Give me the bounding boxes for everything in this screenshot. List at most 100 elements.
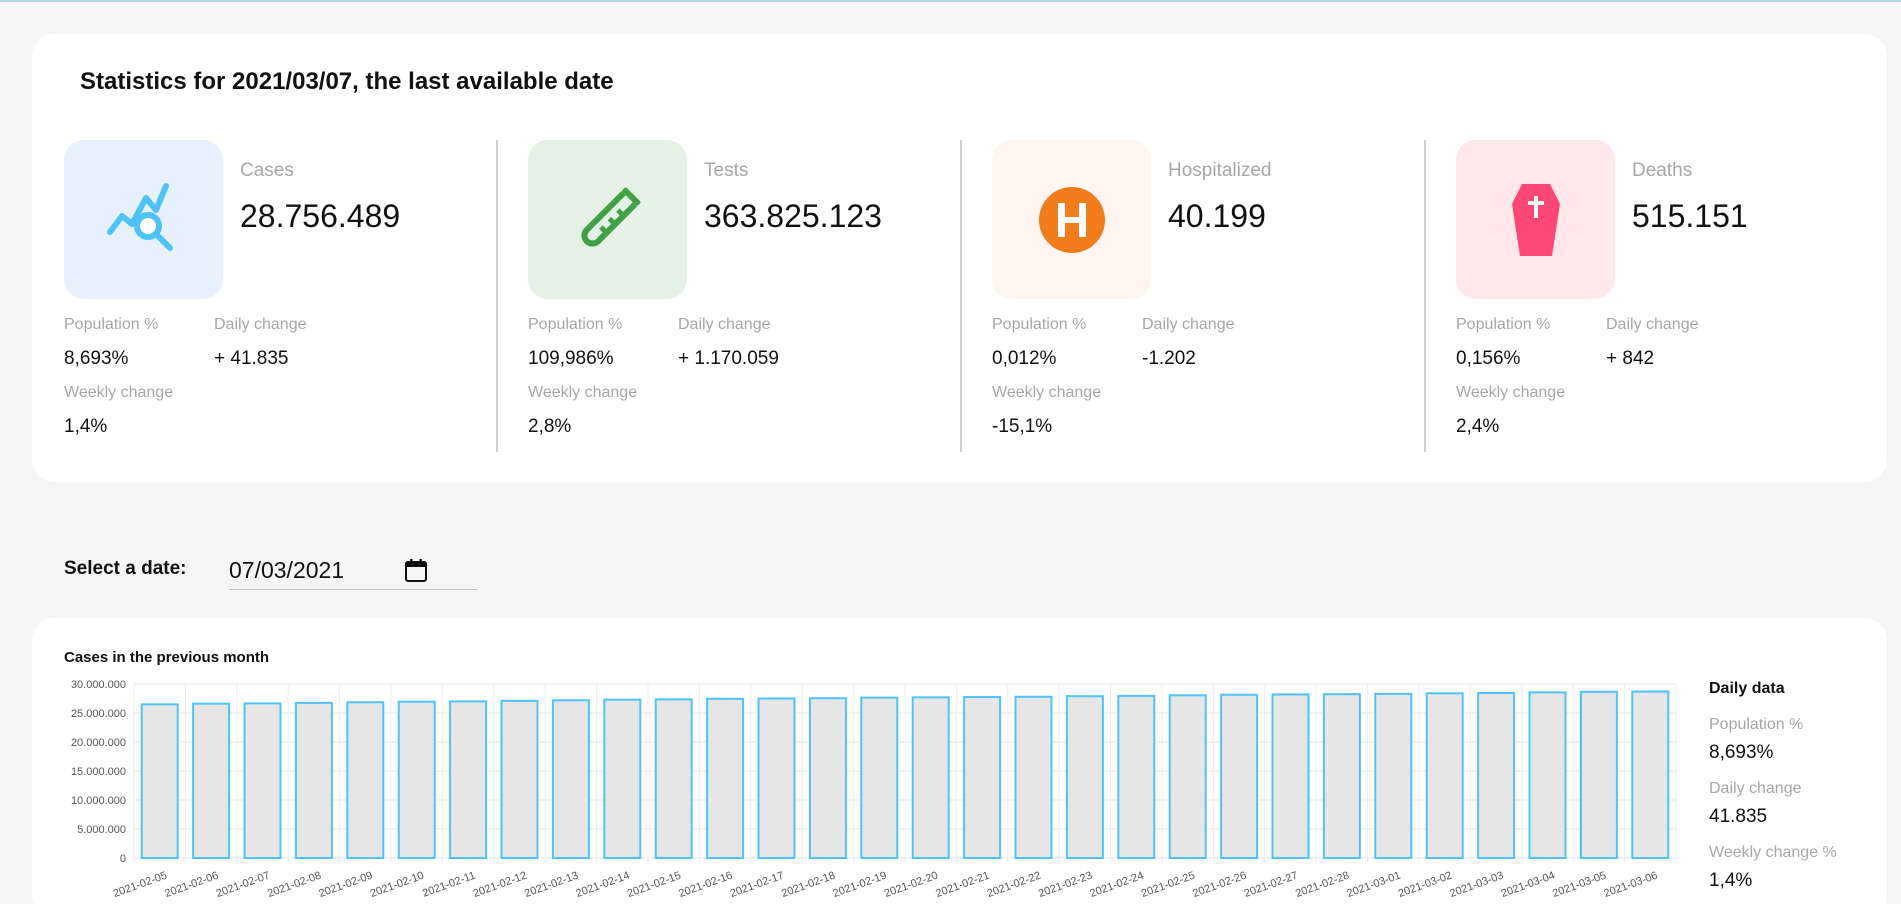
daily-change-label: Daily change: [1606, 316, 1699, 333]
x-tick-label: 2021-02-19: [831, 870, 888, 901]
x-tick-label: 2021-02-05: [112, 870, 169, 901]
x-tick-label: 2021-03-06: [1602, 870, 1659, 901]
calendar-icon[interactable]: [405, 558, 427, 582]
divider: [496, 140, 498, 452]
stat-tests: Tests 363.825.123 Population % 109,986% …: [496, 140, 988, 452]
x-tick-label: 2021-02-09: [317, 870, 374, 901]
bar: [1528, 691, 1567, 859]
population-label: Population %: [528, 316, 623, 333]
bar: [1065, 695, 1104, 860]
x-tick-label: 2021-02-08: [266, 870, 323, 901]
stat-cases: Cases 28.756.489 Population % 8,693% Dai…: [64, 140, 524, 452]
tests-icon-box: [528, 140, 687, 299]
weekly-change-value: -15,1%: [992, 416, 1053, 437]
hospital-icon: [1038, 186, 1105, 253]
x-tick-label: 2021-03-05: [1551, 870, 1608, 901]
date-input-value[interactable]: 07/03/2021: [229, 557, 344, 584]
y-tick-label: 20.000.000: [71, 737, 126, 749]
cases-icon-box: [64, 140, 223, 299]
bar: [449, 700, 488, 860]
population-value: 8,693%: [64, 348, 129, 369]
y-tick-label: 5.000.000: [77, 824, 126, 836]
bar: [757, 697, 796, 859]
date-picker-label: Select a date:: [64, 558, 187, 579]
bar: [1374, 692, 1413, 859]
x-tick-label: 2021-02-20: [883, 870, 940, 901]
x-tick-label: 2021-03-03: [1448, 870, 1505, 901]
x-tick-label: 2021-02-17: [729, 870, 786, 901]
x-tick-label: 2021-02-14: [574, 870, 631, 901]
bar: [603, 698, 642, 859]
y-tick-label: 30.000.000: [71, 679, 126, 691]
bar: [1168, 694, 1207, 860]
daily-change-value: + 842: [1606, 348, 1655, 369]
population-label: Population %: [64, 316, 159, 333]
x-tick-label: 2021-02-26: [1191, 870, 1248, 901]
x-tick-label: 2021-03-01: [1345, 870, 1402, 901]
bar: [1425, 692, 1464, 860]
bar: [1117, 694, 1156, 859]
stat-value: 40.199: [1168, 198, 1266, 234]
bar: [1477, 691, 1516, 859]
trend-search-icon: [106, 182, 173, 251]
daily-change-label: Daily change: [214, 316, 307, 333]
bar: [1631, 690, 1670, 860]
chart-title: Cases in the previous month: [64, 649, 270, 666]
daily-population-label: Population %: [1709, 716, 1804, 733]
stat-value: 28.756.489: [240, 198, 401, 234]
divider: [1424, 140, 1426, 452]
x-tick-label: 2021-02-06: [163, 870, 220, 901]
test-tube-icon: [580, 187, 640, 247]
x-tick-label: 2021-03-02: [1397, 870, 1454, 901]
stat-label: Cases: [240, 160, 294, 181]
weekly-change-label: Weekly change: [64, 384, 174, 401]
bar: [243, 702, 282, 860]
x-tick-label: 2021-03-04: [1500, 870, 1557, 901]
x-tick-label: 2021-02-18: [780, 870, 837, 901]
page-title: Statistics for 2021/03/07, the last avai…: [80, 68, 614, 95]
stat-label: Hospitalized: [1168, 160, 1272, 181]
x-tick-label: 2021-02-16: [677, 870, 734, 901]
x-tick-label: 2021-02-28: [1294, 870, 1351, 901]
bar: [706, 697, 745, 860]
bar: [654, 698, 693, 860]
bar: [1220, 693, 1259, 860]
date-input[interactable]: 07/03/2021: [229, 552, 477, 590]
x-tick-label: 2021-02-27: [1243, 870, 1300, 901]
bar: [963, 696, 1002, 859]
bar: [294, 701, 333, 859]
x-tick-label: 2021-02-25: [1140, 870, 1197, 901]
population-value: 109,986%: [528, 348, 614, 369]
coffin-icon: [1511, 183, 1560, 256]
weekly-change-label: Weekly change %: [1709, 844, 1837, 861]
daily-change-value: + 41.835: [214, 348, 289, 369]
daily-change-value: + 1.170.059: [678, 348, 779, 369]
bar: [1014, 695, 1053, 860]
weekly-change-value: 2,8%: [528, 416, 572, 437]
x-tick-label: 2021-02-23: [1037, 870, 1094, 901]
x-tick-label: 2021-02-13: [523, 870, 580, 901]
weekly-change-value: 1,4%: [1709, 870, 1753, 891]
x-tick-label: 2021-02-11: [421, 870, 477, 900]
stat-deaths: Deaths 515.151 Population % 0,156% Daily…: [1424, 140, 1901, 452]
hospitalized-icon-box: [992, 140, 1151, 299]
stat-hospitalized: Hospitalized 40.199 Population % 0,012% …: [960, 140, 1452, 452]
x-tick-label: 2021-02-07: [215, 870, 272, 901]
y-tick-label: 15.000.000: [71, 766, 126, 778]
population-value: 0,156%: [1456, 348, 1521, 369]
bar: [911, 696, 950, 860]
y-tick-label: 0: [120, 853, 126, 865]
y-tick-label: 25.000.000: [71, 708, 126, 720]
daily-change-label: Daily change: [1142, 316, 1235, 333]
population-label: Population %: [992, 316, 1087, 333]
cases-bar-chart: 0 5.000.000 10.000.000 15.000.000 20.000.000…: [71, 679, 1677, 901]
bar: [551, 699, 590, 859]
daily-change-value: -1.202: [1142, 348, 1196, 369]
stat-value: 515.151: [1632, 198, 1748, 234]
bar: [346, 701, 385, 859]
stat-label: Tests: [704, 160, 749, 181]
x-tick-label: 2021-02-15: [626, 870, 683, 901]
daily-population-value: 8,693%: [1709, 742, 1774, 763]
x-tick-label: 2021-02-12: [472, 870, 529, 901]
bar: [808, 697, 847, 859]
